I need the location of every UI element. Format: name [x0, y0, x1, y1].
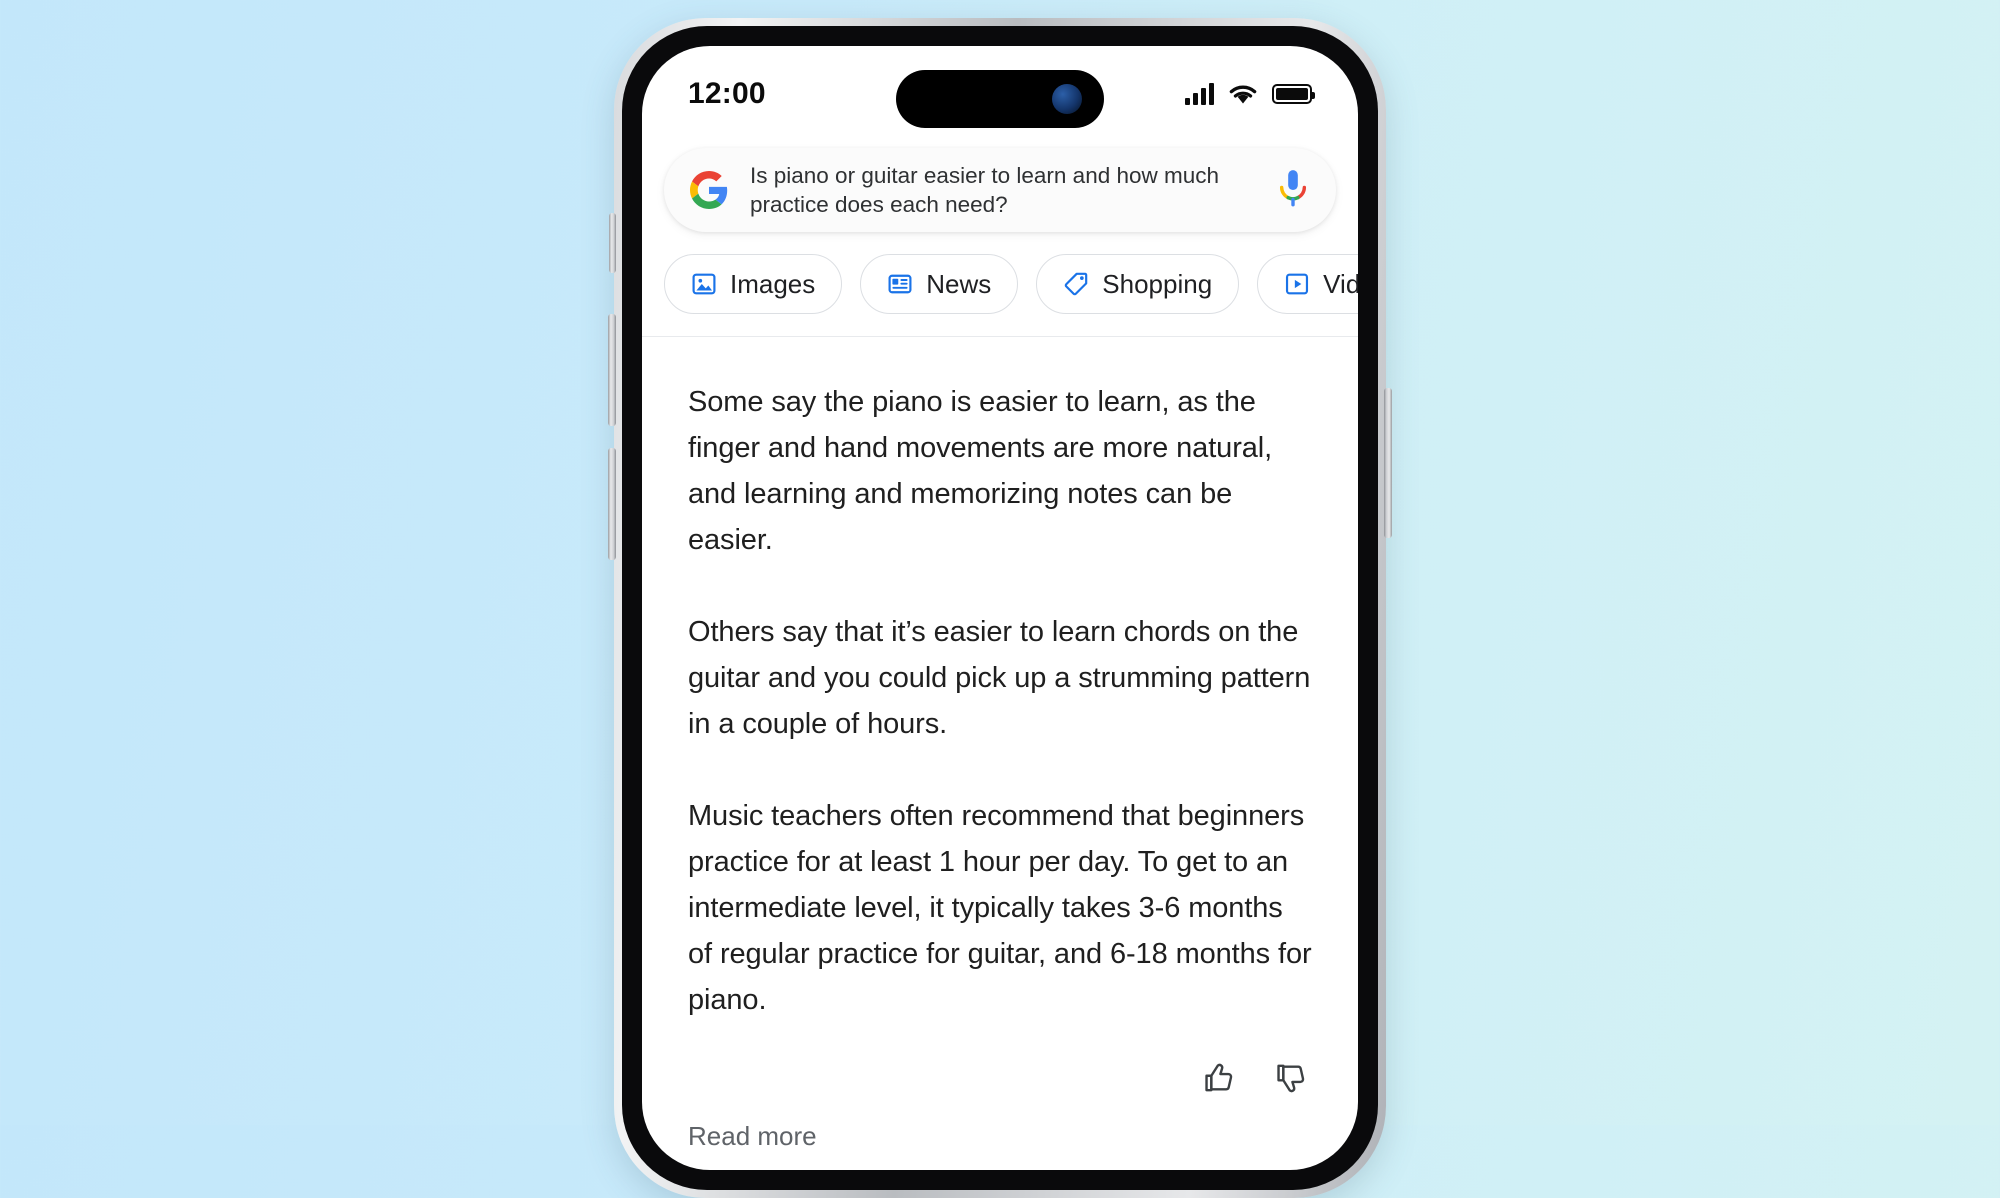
cellular-signal-icon — [1185, 83, 1214, 105]
answer-paragraph: Music teachers often recommend that begi… — [688, 800, 1312, 1016]
thumbs-up-icon[interactable] — [1202, 1061, 1236, 1095]
volume-up-button[interactable] — [608, 314, 616, 426]
mute-switch-button[interactable] — [609, 213, 616, 273]
search-bar[interactable]: Is piano or guitar easier to learn and h… — [664, 148, 1336, 232]
chip-shopping[interactable]: Shopping — [1036, 254, 1240, 314]
images-icon — [692, 273, 716, 295]
google-mic-icon[interactable] — [1276, 168, 1310, 212]
battery-full-icon — [1272, 84, 1315, 104]
chip-images[interactable]: Images — [664, 254, 843, 314]
status-bar-icons — [1185, 83, 1315, 105]
shopping-tag-icon — [1065, 272, 1088, 296]
answer-paragraph: Some say the piano is easier to learn, a… — [688, 386, 1273, 556]
chip-news[interactable]: News — [860, 254, 1019, 314]
thumbs-down-icon[interactable] — [1274, 1061, 1308, 1095]
answer-paragraph: Others say that it’s easier to learn cho… — [688, 616, 1311, 740]
news-icon — [888, 274, 912, 294]
dynamic-island — [896, 70, 1104, 128]
feedback-row[interactable] — [642, 1061, 1358, 1095]
status-bar-time: 12:00 — [688, 77, 766, 110]
filter-chips-row[interactable]: Images News Shopping Vid — [642, 232, 1358, 336]
answer-body: Some say the piano is easier to learn, a… — [642, 337, 1358, 1023]
power-button[interactable] — [1384, 388, 1392, 538]
read-more-link[interactable]: Read more — [642, 1095, 1358, 1152]
chip-label: Videos — [1323, 268, 1358, 299]
phone-bezel: 12:00 Is piano or guitar easier to learn… — [622, 26, 1378, 1190]
volume-down-button[interactable] — [608, 448, 616, 560]
chip-label: Images — [730, 268, 816, 299]
chip-label: Shopping — [1102, 268, 1213, 299]
chip-label: News — [926, 268, 992, 299]
front-camera-icon — [1052, 84, 1082, 114]
chip-videos[interactable]: Videos — [1257, 254, 1358, 314]
status-bar: 12:00 — [642, 46, 1358, 142]
videos-play-icon — [1286, 273, 1309, 295]
wifi-icon — [1229, 85, 1257, 104]
phone-device: 12:00 Is piano or guitar easier to learn… — [608, 18, 1392, 1198]
phone-screen: 12:00 Is piano or guitar easier to learn… — [642, 46, 1358, 1170]
search-query-text[interactable]: Is piano or guitar easier to learn and h… — [750, 161, 1256, 219]
google-g-logo — [690, 171, 728, 209]
